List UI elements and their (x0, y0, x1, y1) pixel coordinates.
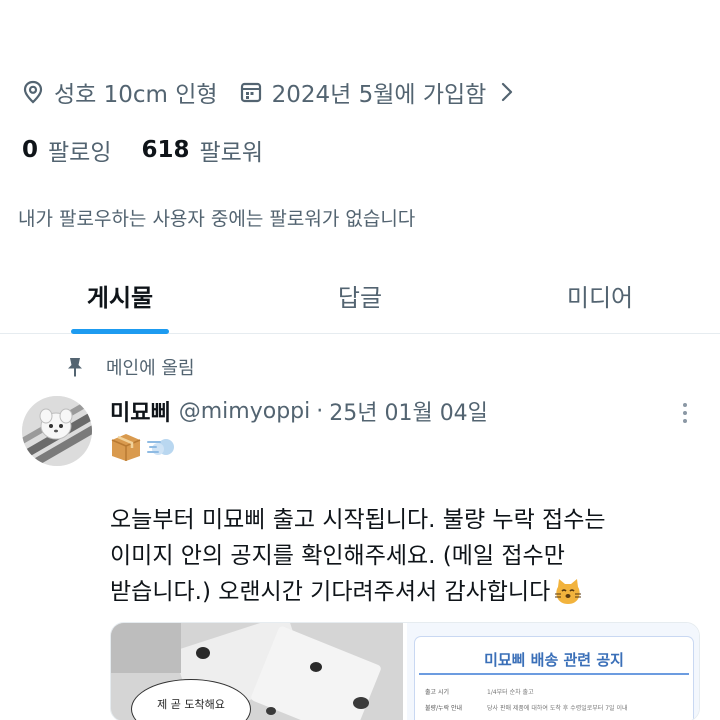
profile-meta-row: 성호 10cm 인형 2024년 5월에 가입함 (22, 72, 514, 112)
notice-card: 미묘삐 배송 관련 공지 출고 시기 1/4부터 순차 출고 불량/누락 안내 … (415, 637, 693, 720)
name-emojis (110, 430, 178, 464)
tab-replies-label: 답글 (337, 284, 383, 312)
post-text-line: 이미지 안의 공지를 확인해주세요. (메일 접수만 (110, 543, 565, 569)
no-mutual-followers-text: 내가 팔로우하는 사용자 중에는 팔로워가 없습니다 (18, 208, 416, 230)
notice-row: 불량/누락 안내 당사 판매 제품에 대하여 도착 후 수령일로부터 7일 이내 (425, 704, 628, 712)
tab-media-label: 미디어 (566, 284, 634, 312)
calendar-icon (240, 82, 261, 103)
following-link[interactable]: 0 팔로잉 (22, 133, 112, 167)
notice-divider (419, 673, 689, 675)
post-text-line: 오늘부터 미묘삐 출고 시작됩니다. 불량 누락 접수는 (110, 507, 606, 533)
author-handle[interactable]: @mimyoppi (179, 399, 311, 424)
dash-emoji (147, 439, 174, 455)
tab-posts[interactable]: 게시물 (0, 258, 240, 334)
media-notice-image[interactable]: 미묘삐 배송 관련 공지 출고 시기 1/4부터 순차 출고 불량/누락 안내 … (407, 623, 699, 720)
post-text-line-last: 받습니다.) 오랜시간 기다려주셔서 감사합니다 (110, 574, 700, 616)
author-name[interactable]: 미묘삐 (110, 395, 171, 427)
post-media: 제 곧 도착해요 미묘삐 배송 관련 공지 출고 시기 1/4부터 순차 출고 … (110, 622, 700, 720)
joined-chevron[interactable] (500, 81, 514, 103)
more-dot (683, 403, 687, 407)
post-text: 오늘부터 미묘삐 출고 시작됩니다. 불량 누락 접수는 이미지 안의 공지를 … (110, 502, 700, 616)
tab-media[interactable]: 미디어 (480, 258, 720, 333)
followers-count: 618 (141, 137, 190, 163)
notice-title: 미묘삐 배송 관련 공지 (484, 651, 624, 669)
chevron-right-icon (502, 82, 513, 102)
tab-replies[interactable]: 답글 (240, 258, 480, 333)
post-header: 미묘삐 @mimyoppi · 25년 01월 04일 (110, 394, 488, 428)
cat-emoji (554, 577, 582, 616)
post-date[interactable]: 25년 01월 04일 (329, 395, 488, 427)
pin-icon (68, 358, 82, 377)
media-photo[interactable]: 제 곧 도착해요 (111, 623, 403, 720)
following-count: 0 (22, 137, 39, 163)
location-pin-icon (23, 80, 43, 104)
follow-stats: 0 팔로잉 618 팔로워 (22, 130, 263, 170)
profile-tabs: 게시물 답글 미디어 (0, 258, 720, 334)
package-emoji (111, 434, 141, 461)
followers-label: 팔로워 (199, 140, 263, 166)
pinned-label: 메인에 올림 (106, 358, 195, 379)
notice-row: 출고 시기 1/4부터 순차 출고 (425, 688, 534, 696)
tab-posts-label: 게시물 (86, 284, 154, 312)
active-tab-indicator (71, 329, 169, 334)
followers-link[interactable]: 618 팔로워 (142, 133, 264, 167)
separator-dot: · (316, 398, 324, 424)
avatar[interactable] (22, 396, 92, 466)
more-options-button[interactable] (672, 398, 698, 428)
speech-bubble-text: 제 곧 도착해요 (157, 698, 225, 711)
more-dot (683, 419, 687, 423)
joined-item: 2024년 5월에 가입함 (240, 75, 487, 109)
avatar-image (22, 396, 92, 466)
notice-row (425, 715, 685, 720)
location-item: 성호 10cm 인형 (22, 75, 218, 109)
following-label: 팔로잉 (48, 140, 112, 166)
joined-text: 2024년 5월에 가입함 (271, 82, 487, 108)
location-text: 성호 10cm 인형 (54, 82, 218, 108)
pinned-indicator: 메인에 올림 (66, 354, 195, 380)
more-dot (683, 411, 687, 415)
